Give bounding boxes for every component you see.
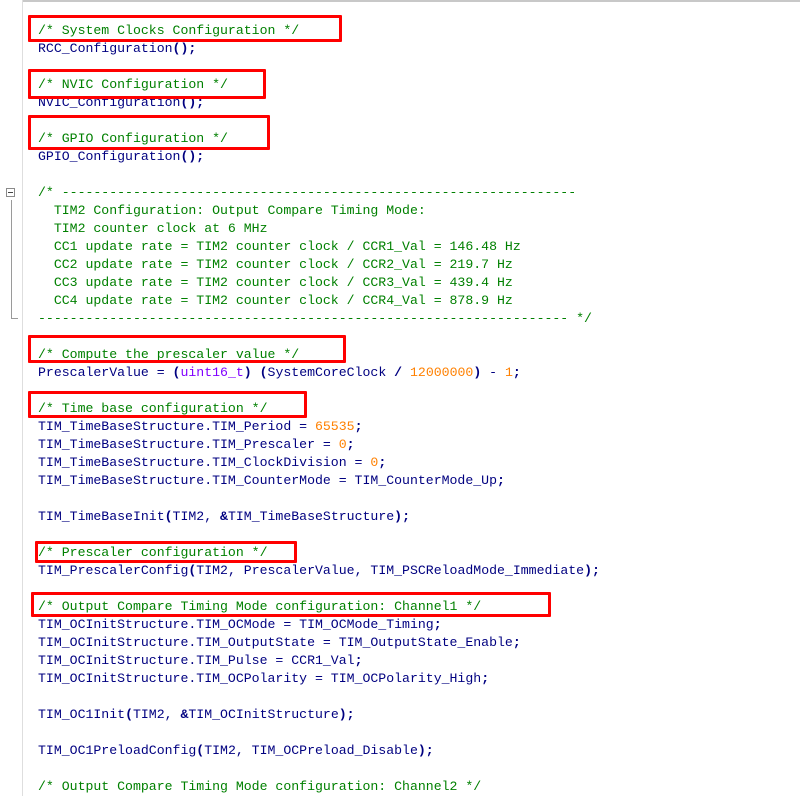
code-line: TIM_TimeBaseInit(TIM2, &TIM_TimeBaseStru… bbox=[38, 509, 410, 524]
code-line: TIM_OCInitStructure.TIM_OCPolarity = TIM… bbox=[38, 671, 490, 686]
fold-range-line bbox=[11, 200, 12, 318]
code-line: /* Output Compare Timing Mode configurat… bbox=[38, 599, 482, 614]
code-line: /* Output Compare Timing Mode configurat… bbox=[38, 779, 482, 794]
code-line: /* System Clocks Configuration */ bbox=[38, 23, 300, 38]
fold-gutter bbox=[0, 0, 22, 796]
code-line: /* Prescaler configuration */ bbox=[38, 545, 268, 560]
code-line: TIM_OCInitStructure.TIM_OutputState = TI… bbox=[38, 635, 521, 650]
code-line: TIM_TimeBaseStructure.TIM_ClockDivision … bbox=[38, 455, 387, 470]
code-line: TIM_PrescalerConfig(TIM2, PrescalerValue… bbox=[38, 563, 600, 578]
code-line: TIM_OCInitStructure.TIM_OCMode = TIM_OCM… bbox=[38, 617, 442, 632]
editor-top-border bbox=[0, 0, 800, 2]
code-line: GPIO_Configuration(); bbox=[38, 149, 205, 164]
code-line: TIM_TimeBaseStructure.TIM_Prescaler = 0; bbox=[38, 437, 355, 452]
comment-block-line: CC2 update rate = TIM2 counter clock / C… bbox=[38, 257, 513, 272]
code-line: TIM_OCInitStructure.TIM_Pulse = CCR1_Val… bbox=[38, 653, 363, 668]
comment-block-line: CC1 update rate = TIM2 counter clock / C… bbox=[38, 239, 521, 254]
code-line: PrescalerValue = (uint16_t) (SystemCoreC… bbox=[38, 365, 521, 380]
editor-margin-line bbox=[22, 0, 23, 796]
comment-block-line: CC4 update rate = TIM2 counter clock / C… bbox=[38, 293, 513, 308]
comment-block-line: TIM2 counter clock at 6 MHz bbox=[38, 221, 268, 236]
code-line: TIM_OC1Init(TIM2, &TIM_OCInitStructure); bbox=[38, 707, 355, 722]
comment-block-line: TIM2 Configuration: Output Compare Timin… bbox=[38, 203, 426, 218]
code-line: /* GPIO Configuration */ bbox=[38, 131, 228, 146]
comment-block-line: CC3 update rate = TIM2 counter clock / C… bbox=[38, 275, 513, 290]
code-line: /* NVIC Configuration */ bbox=[38, 77, 228, 92]
comment-block-line: ----------------------------------------… bbox=[38, 311, 592, 326]
code-line: NVIC_Configuration(); bbox=[38, 95, 205, 110]
fold-collapse-icon[interactable] bbox=[6, 188, 15, 197]
code-line: TIM_OC1PreloadConfig(TIM2, TIM_OCPreload… bbox=[38, 743, 434, 758]
code-line: TIM_TimeBaseStructure.TIM_Period = 65535… bbox=[38, 419, 363, 434]
fold-range-end bbox=[11, 318, 18, 319]
code-line: /* Time base configuration */ bbox=[38, 401, 268, 416]
code-line: /* Compute the prescaler value */ bbox=[38, 347, 300, 362]
code-line: TIM_TimeBaseStructure.TIM_CounterMode = … bbox=[38, 473, 505, 488]
comment-block-line: /* -------------------------------------… bbox=[38, 185, 577, 200]
code-line: RCC_Configuration(); bbox=[38, 41, 197, 56]
